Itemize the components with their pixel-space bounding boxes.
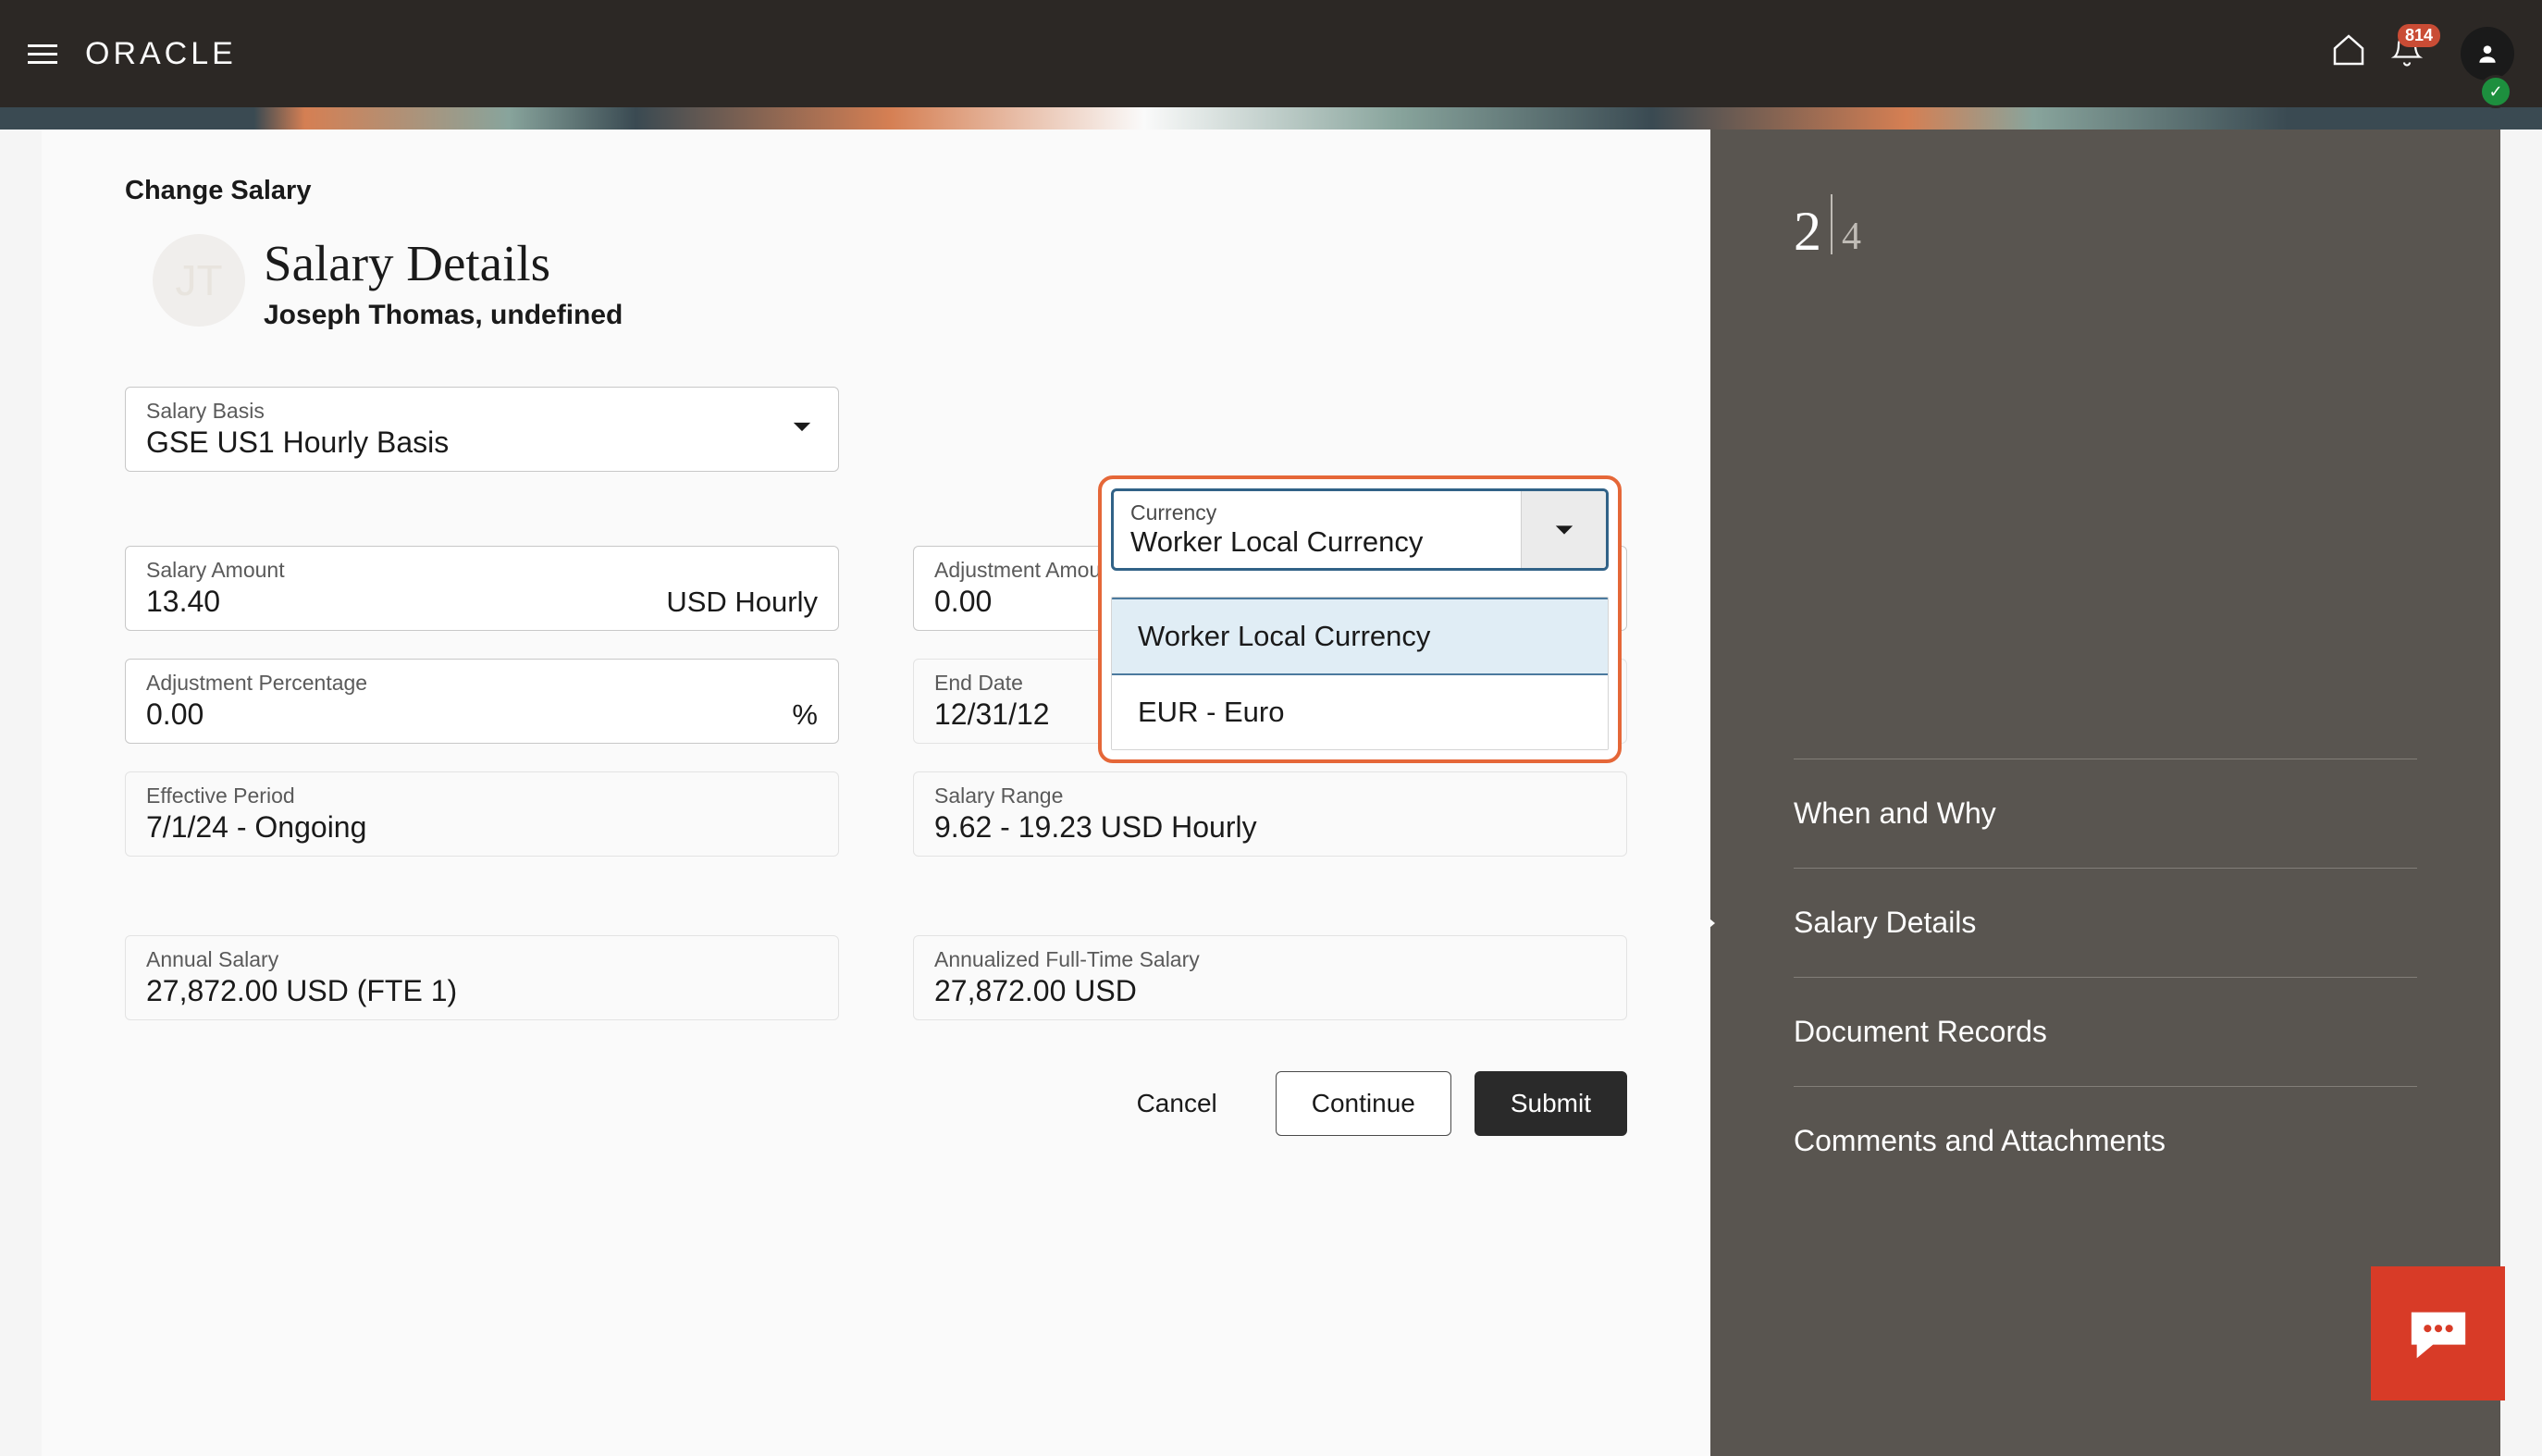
step-indicator: 2 4 bbox=[1794, 194, 2417, 259]
salary-amount-label: Salary Amount bbox=[146, 558, 818, 583]
content-area: Change Salary JT Salary Details Joseph T… bbox=[42, 130, 1710, 1456]
nav-when-and-why[interactable]: When and Why bbox=[1794, 759, 2417, 868]
salary-amount-value: 13.40 bbox=[146, 585, 220, 619]
continue-button[interactable]: Continue bbox=[1276, 1071, 1451, 1136]
title-text: Salary Details Joseph Thomas, undefined bbox=[264, 234, 623, 331]
page-title: Salary Details bbox=[264, 234, 623, 292]
user-avatar[interactable]: ✓ bbox=[2461, 27, 2514, 80]
decorative-banner bbox=[0, 107, 2542, 130]
currency-option-eur[interactable]: EUR - Euro bbox=[1112, 675, 1608, 749]
currency-label: Currency bbox=[1130, 500, 1504, 525]
effective-period-value: 7/1/24 - Ongoing bbox=[146, 810, 818, 845]
title-row: JT Salary Details Joseph Thomas, undefin… bbox=[153, 234, 1627, 331]
annual-salary-value: 27,872.00 USD (FTE 1) bbox=[146, 974, 818, 1008]
top-bar: ORACLE 814 ✓ bbox=[0, 0, 2542, 107]
effective-period-field: Effective Period 7/1/24 - Ongoing bbox=[125, 771, 839, 857]
action-bar: Cancel Continue Submit bbox=[125, 1071, 1627, 1136]
chat-fab[interactable] bbox=[2371, 1266, 2505, 1400]
home-icon[interactable] bbox=[2330, 31, 2367, 77]
annual-salary-field: Annual Salary 27,872.00 USD (FTE 1) bbox=[125, 935, 839, 1020]
main-container: Change Salary JT Salary Details Joseph T… bbox=[42, 130, 2500, 1456]
step-divider bbox=[1831, 194, 1832, 254]
chat-icon bbox=[2406, 1306, 2471, 1362]
salary-range-value: 9.62 - 19.23 USD Hourly bbox=[934, 810, 1606, 845]
currency-option-worker-local[interactable]: Worker Local Currency bbox=[1112, 598, 1608, 675]
nav-salary-details[interactable]: Salary Details bbox=[1794, 868, 2417, 977]
cancel-button[interactable]: Cancel bbox=[1102, 1072, 1252, 1135]
currency-select-inner: Currency Worker Local Currency bbox=[1114, 491, 1521, 568]
annual-salary-label: Annual Salary bbox=[146, 947, 818, 972]
salary-basis-label: Salary Basis bbox=[146, 399, 818, 424]
chevron-down-icon bbox=[1554, 524, 1574, 537]
salary-amount-field[interactable]: Salary Amount 13.40 USD Hourly bbox=[125, 546, 839, 631]
annualized-ft-salary-label: Annualized Full-Time Salary bbox=[934, 947, 1606, 972]
notification-bell[interactable]: 814 bbox=[2390, 33, 2424, 75]
side-panel: 2 4 When and Why Salary Details Document… bbox=[1710, 130, 2500, 1456]
submit-button[interactable]: Submit bbox=[1475, 1071, 1627, 1136]
topbar-right: 814 ✓ bbox=[2330, 27, 2514, 80]
annualized-ft-salary-field: Annualized Full-Time Salary 27,872.00 US… bbox=[913, 935, 1627, 1020]
person-avatar: JT bbox=[153, 234, 245, 327]
step-current: 2 bbox=[1794, 204, 1821, 259]
salary-range-label: Salary Range bbox=[934, 784, 1606, 808]
salary-amount-unit: USD Hourly bbox=[666, 586, 818, 619]
hamburger-icon[interactable] bbox=[28, 44, 57, 64]
nav-document-records[interactable]: Document Records bbox=[1794, 977, 2417, 1086]
chevron-down-icon bbox=[792, 421, 812, 438]
salary-basis-value: GSE US1 Hourly Basis bbox=[146, 426, 818, 460]
adjustment-percentage-label: Adjustment Percentage bbox=[146, 671, 818, 696]
adjustment-amount-value: 0.00 bbox=[934, 585, 992, 619]
status-check-icon: ✓ bbox=[2479, 75, 2512, 108]
currency-select[interactable]: Currency Worker Local Currency bbox=[1111, 488, 1609, 571]
oracle-logo: ORACLE bbox=[85, 36, 237, 72]
notification-count-badge: 814 bbox=[2398, 24, 2440, 47]
currency-dropdown-highlighted: Currency Worker Local Currency Worker Lo… bbox=[1098, 475, 1622, 763]
adjustment-percentage-unit: % bbox=[792, 698, 818, 732]
breadcrumb: Change Salary bbox=[125, 176, 1627, 206]
currency-value: Worker Local Currency bbox=[1130, 525, 1504, 559]
step-total: 4 bbox=[1842, 215, 1861, 259]
annualized-ft-salary-value: 27,872.00 USD bbox=[934, 974, 1606, 1008]
currency-caret-button[interactable] bbox=[1521, 491, 1606, 568]
currency-dropdown-list: Worker Local Currency EUR - Euro bbox=[1111, 597, 1609, 750]
effective-period-label: Effective Period bbox=[146, 784, 818, 808]
salary-range-field: Salary Range 9.62 - 19.23 USD Hourly bbox=[913, 771, 1627, 857]
page-subtitle: Joseph Thomas, undefined bbox=[264, 300, 623, 331]
nav-comments-attachments[interactable]: Comments and Attachments bbox=[1794, 1086, 2417, 1195]
adjustment-percentage-value: 0.00 bbox=[146, 697, 204, 732]
topbar-left: ORACLE bbox=[28, 36, 237, 72]
salary-basis-select[interactable]: Salary Basis GSE US1 Hourly Basis bbox=[125, 387, 839, 472]
adjustment-percentage-field[interactable]: Adjustment Percentage 0.00 % bbox=[125, 659, 839, 744]
